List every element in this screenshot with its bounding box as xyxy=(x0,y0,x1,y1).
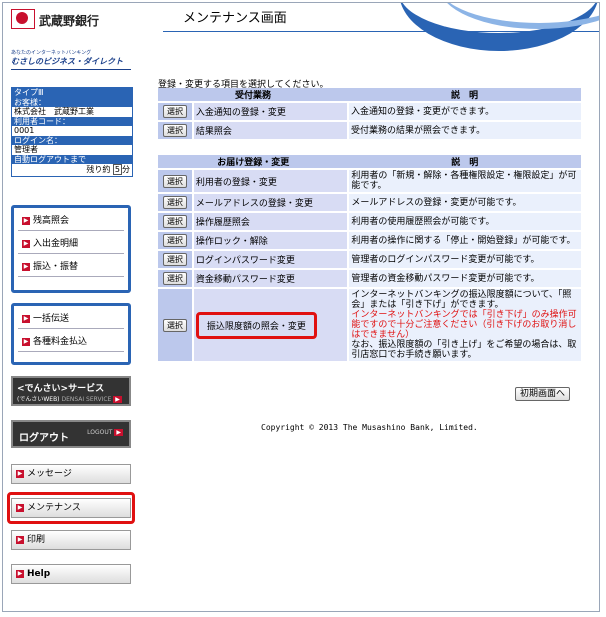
arrow-right-icon: ▶ xyxy=(16,535,24,544)
select-button[interactable]: 選択 xyxy=(162,174,187,188)
customer-label: お客様： xyxy=(12,97,132,107)
table-row: 選択 操作履歴照会 利用者の使用履歴照会が可能です。 xyxy=(158,212,581,231)
bank-name: 武蔵野銀行 xyxy=(39,14,100,28)
nav-statement[interactable]: ▶ 入出金明細 xyxy=(18,235,124,254)
nav-transfer[interactable]: ▶ 振込・振替 xyxy=(18,258,124,277)
nav-message[interactable]: ▶ メッセージ xyxy=(11,464,131,484)
densai-service-button[interactable]: <でんさい>サービス (でんさいWEB) DENSAI SERVICE ▶ xyxy=(11,376,131,406)
brand-divider xyxy=(11,69,131,70)
select-button[interactable]: 選択 xyxy=(162,234,187,247)
table-row-transfer-limit: 選択 振込限度額の照会・変更 インターネットバンキングの振込限度額について、「照… xyxy=(158,288,581,361)
user-code-value: 0001 xyxy=(12,126,132,136)
arrow-right-icon: ▶ xyxy=(22,216,30,225)
table-row: 選択 結果照会 受付業務の結果が照会できます。 xyxy=(158,121,581,139)
logout-button[interactable]: ログアウト LOGOUT ▶ xyxy=(11,420,131,448)
select-button[interactable]: 選択 xyxy=(162,124,187,137)
nav-print[interactable]: ▶ 印刷 xyxy=(11,530,131,550)
reception-table: 受付業務 説 明 選択 入金通知の登録・変更 入金通知の登録・変更ができます。 … xyxy=(158,88,581,139)
reception-header: 受付業務 xyxy=(158,88,349,102)
service-brand-small: あなたのインターネットバンキング xyxy=(11,50,92,56)
arrow-right-icon: ▶ xyxy=(22,314,30,323)
table-row: 選択 操作ロック・解除 利用者の操作に関する「停止・開始登録」が可能です。 xyxy=(158,231,581,250)
auto-logout-label: 自動ログアウトまで xyxy=(12,154,132,164)
app-frame: 武蔵野銀行 メンテナンス画面 あなたのインターネットバンキング むさしのビジネス… xyxy=(2,2,600,612)
select-button[interactable]: 選択 xyxy=(162,318,187,332)
arrow-right-icon: ▶ xyxy=(114,429,123,436)
transfer-limit-warning: インターネットバンキングでは「引き下げ」のみ操作可能ですので十分ご注意ください（… xyxy=(351,310,577,340)
select-button[interactable]: 選択 xyxy=(162,215,187,228)
select-button[interactable]: 選択 xyxy=(162,105,187,118)
user-info-panel: タイプⅢ お客様： 株式会社 武蔵野工業 利用者コード： 0001 ログイン名：… xyxy=(11,87,133,177)
title-divider xyxy=(163,31,599,32)
arrow-right-icon: ▶ xyxy=(22,239,30,248)
registration-header: お届け登録・変更 xyxy=(158,155,349,169)
table-row: 選択 入金通知の登録・変更 入金通知の登録・変更ができます。 xyxy=(158,102,581,121)
customer-value: 株式会社 武蔵野工業 xyxy=(12,107,132,117)
arrow-right-icon: ▶ xyxy=(22,337,30,346)
arrow-right-icon: ▶ xyxy=(16,469,24,478)
nav-group-accounts: ▶ 残高照会 ▶ 入出金明細 ▶ 振込・振替 xyxy=(11,205,131,293)
select-button[interactable]: 選択 xyxy=(162,272,187,285)
type-label: タイプⅢ xyxy=(12,88,132,98)
registration-table: お届け登録・変更 説 明 選択 利用者の登録・変更 利用者の「新規・解除・各種権… xyxy=(158,155,581,361)
table-row: 選択 資金移動パスワード変更 管理者の資金移動パスワード変更が可能です。 xyxy=(158,269,581,288)
service-brand: あなたのインターネットバンキング むさしのビジネス・ダイレクト xyxy=(11,49,131,67)
table-row: 選択 利用者の登録・変更 利用者の「新規・解除・各種権限設定・権限設定」が可能で… xyxy=(158,169,581,193)
copyright: Copyright © 2013 The Musashino Bank, Lim… xyxy=(261,423,478,432)
login-label: ログイン名： xyxy=(12,135,132,145)
nav-help[interactable]: ▶ Help xyxy=(11,564,131,584)
nav-fee-payment[interactable]: ▶ 各種料金払込 xyxy=(18,333,124,352)
registration-desc-header: 説 明 xyxy=(348,155,581,169)
nav-balance[interactable]: ▶ 残高照会 xyxy=(18,212,124,231)
login-value: 管理者 xyxy=(12,145,132,155)
reception-desc-header: 説 明 xyxy=(348,88,581,102)
table-row: 選択 メールアドレスの登録・変更 メールアドレスの登録・変更が可能です。 xyxy=(158,193,581,212)
nav-bulk-transfer[interactable]: ▶ 一括伝送 xyxy=(18,310,124,329)
service-brand-main: むさしのビジネス・ダイレクト xyxy=(11,57,123,66)
select-button[interactable]: 選択 xyxy=(162,253,187,266)
bank-logo-area: 武蔵野銀行 xyxy=(3,3,163,33)
arrow-right-icon: ▶ xyxy=(113,396,122,403)
maintenance-highlight xyxy=(7,492,135,524)
table-row: 選択 ログインパスワード変更 管理者のログインパスワード変更が可能です。 xyxy=(158,250,581,269)
auto-logout-remaining: 残り約 5分 xyxy=(12,164,132,176)
user-code-label: 利用者コード： xyxy=(12,116,132,126)
nav-group-bulk: ▶ 一括伝送 ▶ 各種料金払込 xyxy=(11,303,131,365)
page-title: メンテナンス画面 xyxy=(183,11,287,26)
arrow-right-icon: ▶ xyxy=(16,569,24,578)
select-button[interactable]: 選択 xyxy=(162,196,187,209)
arrow-right-icon: ▶ xyxy=(22,262,30,271)
back-to-top-button[interactable]: 初期画面へ xyxy=(515,387,571,401)
bank-logo-icon xyxy=(11,9,35,29)
remaining-minutes: 5 xyxy=(112,164,122,175)
transfer-limit-highlight: 振込限度額の照会・変更 xyxy=(195,311,317,339)
